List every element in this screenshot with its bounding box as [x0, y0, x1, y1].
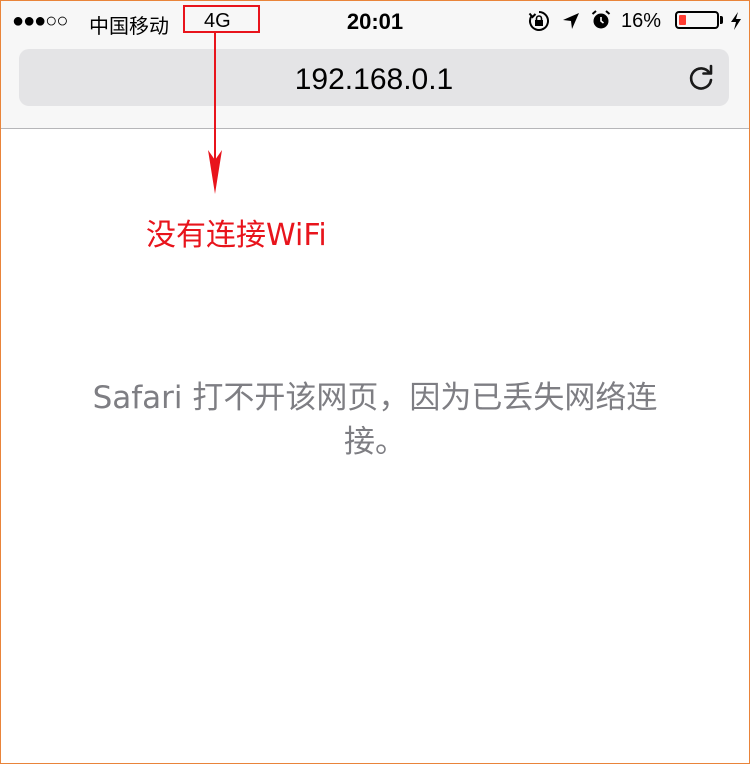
- charging-icon: [731, 12, 741, 30]
- address-bar[interactable]: 192.168.0.1: [19, 49, 729, 106]
- annotation-arrow: [208, 32, 222, 194]
- annotation-label: 没有连接WiFi: [146, 218, 327, 253]
- battery-level-fill: [679, 15, 686, 25]
- battery-icon: [675, 11, 719, 29]
- location-icon: [563, 13, 579, 29]
- reload-icon[interactable]: [685, 62, 717, 94]
- orientation-lock-icon: [528, 11, 549, 31]
- battery-cap: [720, 16, 723, 24]
- alarm-icon: [591, 10, 611, 29]
- status-bar: ●●●○○ 中国移动 4G 20:01 16%: [1, 1, 749, 41]
- annotation-highlight-box: [183, 5, 260, 33]
- error-message: Safari 打不开该网页，因为已丢失网络连接。: [92, 380, 658, 460]
- browser-chrome: ●●●○○ 中国移动 4G 20:01 16% 192.168.0.1: [1, 1, 749, 129]
- url-text: 192.168.0.1: [294, 63, 454, 96]
- battery-percent: 16%: [621, 10, 662, 32]
